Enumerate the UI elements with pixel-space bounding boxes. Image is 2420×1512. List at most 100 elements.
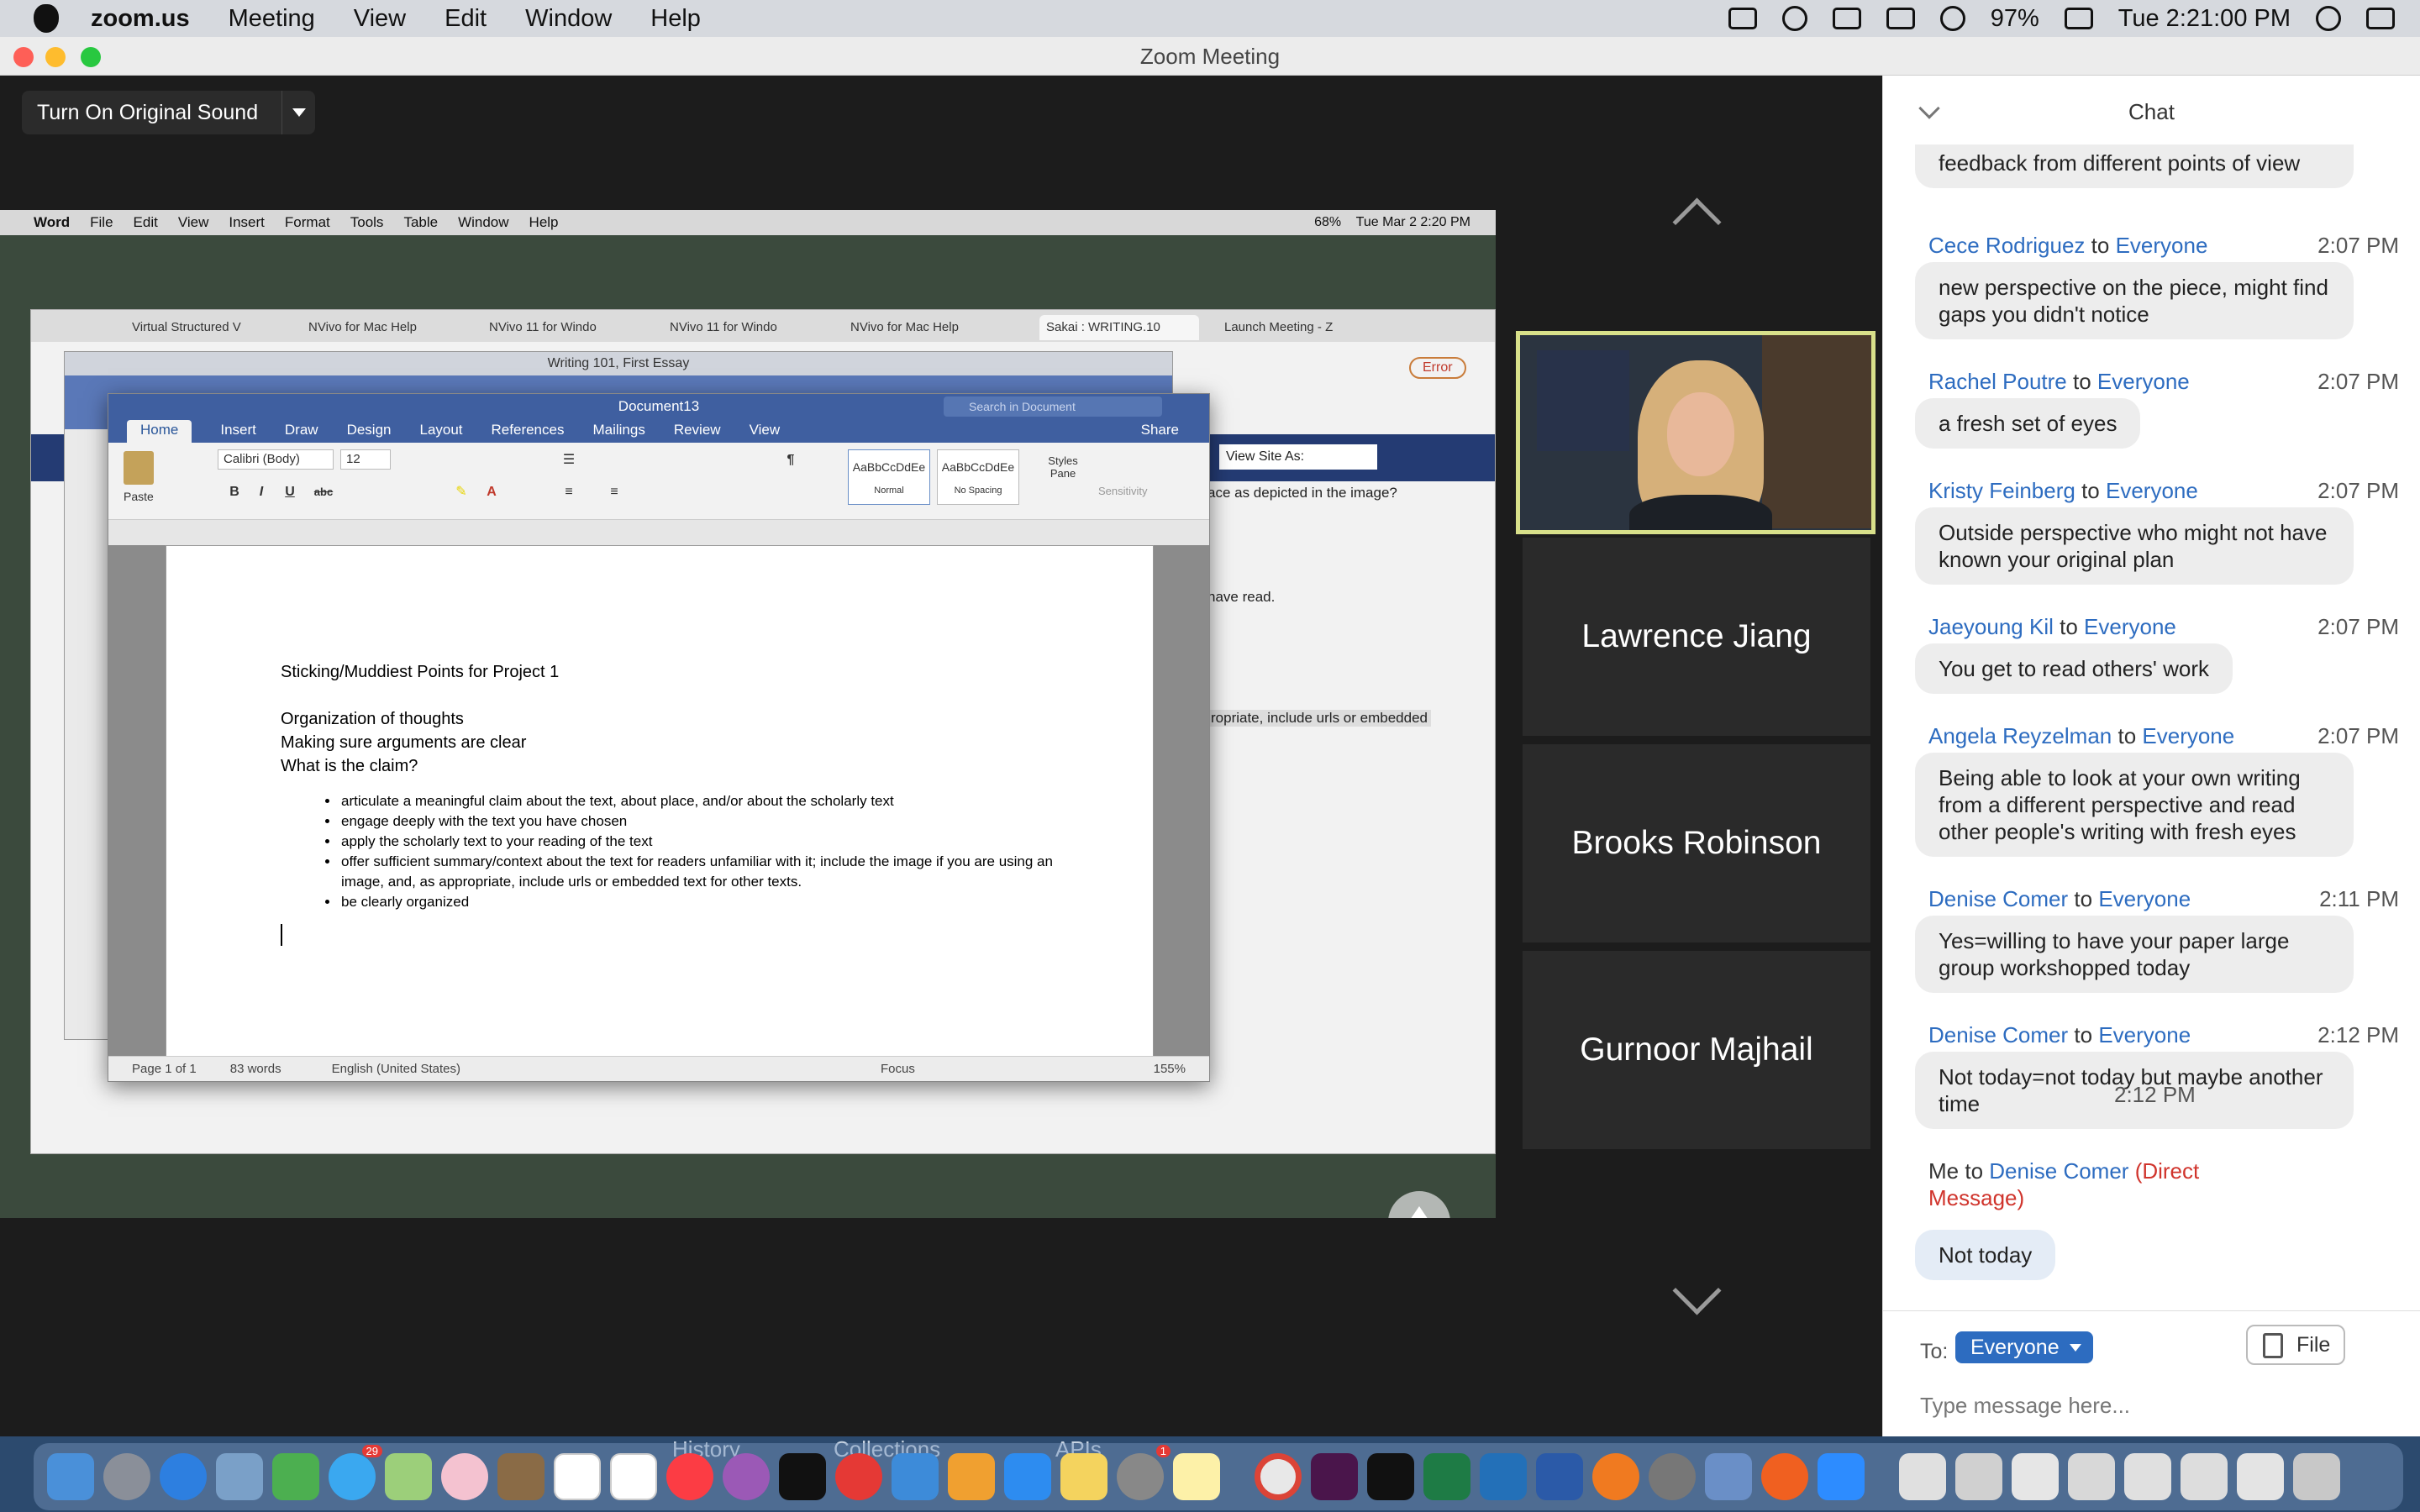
sender-name[interactable]: Rachel Poutre <box>1928 369 2067 394</box>
recipient-name[interactable]: Denise Comer <box>1989 1158 2128 1184</box>
chrome-icon[interactable] <box>1255 1453 1302 1500</box>
creative-cloud-icon[interactable] <box>1781 6 1807 31</box>
postman-icon[interactable] <box>1592 1453 1639 1500</box>
document-thumbnail-icon[interactable] <box>2068 1453 2115 1500</box>
excel-icon[interactable] <box>1423 1453 1470 1500</box>
sender-name[interactable]: Jaeyoung Kil <box>1928 614 2054 639</box>
sender-name[interactable]: Denise Comer <box>1928 886 2068 911</box>
participant-tile[interactable]: Brooks Robinson <box>1523 744 1870 942</box>
message-time: 2:07 PM <box>2317 723 2399 748</box>
vscode-icon[interactable] <box>1480 1453 1527 1500</box>
style-sample: AaBbCcDdEe <box>941 460 1015 474</box>
preview-icon[interactable] <box>216 1453 263 1500</box>
maximize-window-button[interactable] <box>81 47 101 67</box>
speaker-face <box>1667 392 1734 476</box>
document-page: Sticking/Muddiest Points for Project 1 O… <box>166 545 1154 1058</box>
focus-mode: Focus <box>881 1062 915 1076</box>
maps-icon[interactable] <box>385 1453 432 1500</box>
control-center-icon[interactable] <box>2366 8 2395 29</box>
keynote-icon[interactable] <box>948 1453 995 1500</box>
spotlight-search-icon[interactable] <box>2316 6 2341 31</box>
calendar-icon[interactable] <box>554 1453 601 1500</box>
chat-message-input[interactable] <box>1920 1389 2391 1422</box>
bold-icon: B <box>229 485 239 499</box>
shared-menu-item: Tools <box>350 214 384 230</box>
message-time: 2:07 PM <box>2317 478 2399 503</box>
window-titlebar: Zoom Meeting <box>0 37 2420 76</box>
shared-clock: Tue Mar 2 2:20 PM <box>1355 215 1470 229</box>
apple-tv-icon[interactable] <box>779 1453 826 1500</box>
browser-tab: Launch Meeting - Z <box>1224 320 1334 334</box>
menu-view[interactable]: View <box>354 5 406 33</box>
recipient-select[interactable]: Everyone <box>1955 1331 2093 1363</box>
word-ribbon: Paste Calibri (Body) 12 B I U abc ✎ A ☰ … <box>108 443 1209 520</box>
notes-icon[interactable] <box>1173 1453 1220 1500</box>
chat-bubble: a fresh set of eyes <box>1915 398 2141 449</box>
app-store-icon[interactable] <box>1004 1453 1051 1500</box>
scroll-down-chevron-icon[interactable] <box>1665 1285 1724 1319</box>
menu-help[interactable]: Help <box>650 5 701 33</box>
tex-icon[interactable] <box>1649 1453 1696 1500</box>
calendar-icon[interactable] <box>1886 8 1915 29</box>
reminders-icon[interactable] <box>610 1453 657 1500</box>
slack-icon[interactable] <box>1311 1453 1358 1500</box>
terminal-icon[interactable] <box>1367 1453 1414 1500</box>
document-thumbnail-icon[interactable] <box>2181 1453 2228 1500</box>
launchpad-icon[interactable] <box>103 1453 150 1500</box>
messages-icon[interactable]: 29 <box>329 1445 382 1500</box>
sender-name[interactable]: Kristy Feinberg <box>1928 478 2075 503</box>
airplay-icon[interactable] <box>1832 8 1861 29</box>
participant-tile[interactable]: Gurnoor Majhail <box>1523 951 1870 1149</box>
speaker-shirt <box>1629 495 1772 530</box>
image-capture-icon[interactable] <box>1705 1453 1752 1500</box>
close-window-button[interactable] <box>13 47 34 67</box>
music-icon[interactable] <box>666 1453 713 1500</box>
wifi-icon[interactable] <box>1939 6 1965 31</box>
safari-icon[interactable] <box>160 1453 207 1500</box>
battery-icon[interactable] <box>2064 8 2093 29</box>
chat-compose: To: Everyone File <box>1883 1310 2420 1436</box>
document-thumbnail-icon[interactable] <box>1899 1453 1946 1500</box>
word-window: Document13 Search in Document Home Inser… <box>108 393 1210 1082</box>
contacts-icon[interactable] <box>497 1453 544 1500</box>
recipient-name: Everyone <box>2142 723 2235 748</box>
finder-icon[interactable] <box>47 1453 94 1500</box>
numbers-icon[interactable] <box>892 1453 939 1500</box>
menu-edit[interactable]: Edit <box>445 5 487 33</box>
apple-icon[interactable] <box>34 4 59 33</box>
podcasts-icon[interactable] <box>723 1453 770 1500</box>
zoom-status-icon[interactable] <box>1728 8 1757 29</box>
document-thumbnail-icon[interactable] <box>1955 1453 2002 1500</box>
sender-name[interactable]: Denise Comer <box>1928 1022 2068 1047</box>
file-button[interactable]: File <box>2246 1325 2345 1365</box>
collapse-chevron-icon[interactable] <box>1918 97 1940 119</box>
menubar-clock[interactable]: Tue 2:21:00 PM <box>2118 5 2291 33</box>
sender-name[interactable]: Cece Rodriguez <box>1928 233 2085 258</box>
minimize-window-button[interactable] <box>45 47 66 67</box>
menu-app-zoom[interactable]: zoom.us <box>91 5 190 33</box>
system-preferences-icon[interactable]: 1 <box>1117 1445 1171 1500</box>
bullets-icon: ☰ <box>562 453 576 467</box>
document-thumbnail-icon[interactable] <box>2237 1453 2284 1500</box>
trash-icon[interactable] <box>2293 1453 2340 1500</box>
browser-tab: NVivo 11 for Windo <box>489 320 597 334</box>
document-thumbnail-icon[interactable] <box>2012 1453 2059 1500</box>
photos-icon[interactable] <box>441 1453 488 1500</box>
italic-icon: I <box>259 485 264 499</box>
menu-meeting[interactable]: Meeting <box>229 5 315 33</box>
facetime-icon[interactable] <box>272 1453 319 1500</box>
scroll-up-chevron-icon[interactable] <box>1665 193 1724 227</box>
original-sound-dropdown[interactable] <box>281 91 315 134</box>
pages-icon[interactable] <box>1060 1453 1107 1500</box>
document-thumbnail-icon[interactable] <box>2124 1453 2171 1500</box>
original-sound-button[interactable]: Turn On Original Sound <box>22 101 281 125</box>
active-speaker-video[interactable] <box>1516 331 1876 534</box>
sender-name[interactable]: Angela Reyzelman <box>1928 723 2112 748</box>
word-icon[interactable] <box>1536 1453 1583 1500</box>
zoom-icon[interactable] <box>1818 1453 1865 1500</box>
menu-window[interactable]: Window <box>525 5 612 33</box>
news-icon[interactable] <box>835 1453 882 1500</box>
firefox-icon[interactable] <box>1761 1453 1808 1500</box>
participant-tile[interactable]: Lawrence Jiang <box>1523 538 1870 736</box>
shared-screen: Word File Edit View Insert Format Tools … <box>0 210 1496 1218</box>
